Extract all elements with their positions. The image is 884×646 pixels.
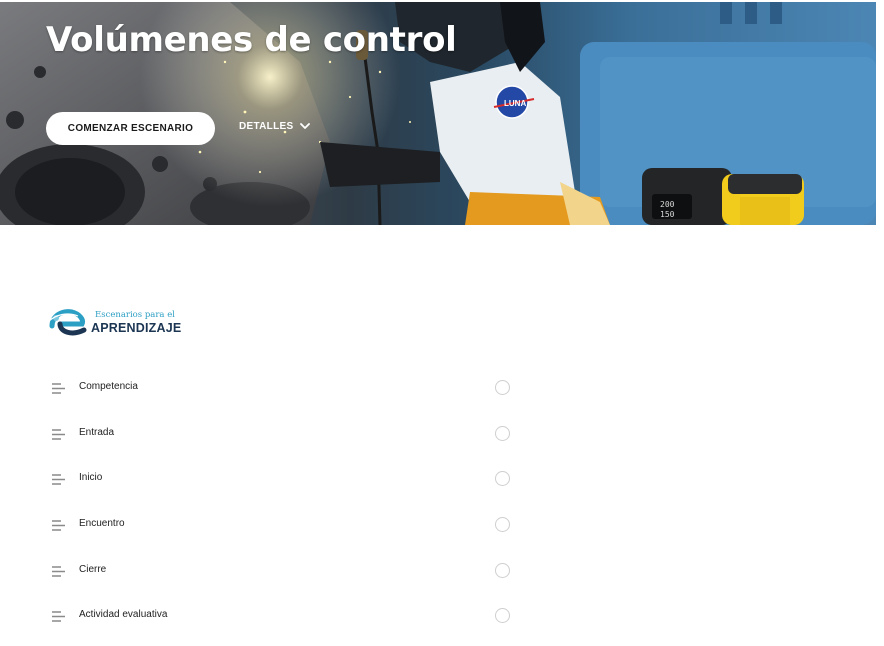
lines-icon bbox=[52, 609, 66, 623]
completion-circle-icon bbox=[495, 563, 510, 578]
details-toggle[interactable]: DETALLES bbox=[239, 121, 311, 132]
chevron-down-icon bbox=[300, 123, 311, 130]
section-label: Entrada bbox=[79, 427, 115, 438]
section-label: Competencia bbox=[79, 381, 138, 392]
lines-icon bbox=[52, 472, 66, 490]
completion-circle-icon bbox=[495, 608, 510, 623]
machine-display-top: 200 bbox=[660, 200, 675, 209]
lines-icon bbox=[52, 564, 66, 582]
completion-circle-icon bbox=[495, 426, 510, 441]
lines-icon bbox=[52, 427, 66, 445]
scenario-title: Volúmenes de control bbox=[46, 20, 457, 60]
list-item-actividad-evaluativa[interactable]: Actividad evaluativa bbox=[0, 593, 884, 623]
section-label: Cierre bbox=[79, 564, 107, 575]
section-label: Encuentro bbox=[79, 518, 125, 529]
completion-circle-icon bbox=[495, 517, 510, 532]
machine-display-bottom: 150 bbox=[660, 210, 675, 219]
section-label: Inicio bbox=[79, 472, 103, 483]
learning-scenarios-logo: Escenarios para el APRENDIZAJE bbox=[48, 308, 188, 340]
lines-icon bbox=[52, 381, 66, 399]
details-label: DETALLES bbox=[239, 121, 294, 132]
page: LUNA 200 150 Volúmenes de control COMENZ… bbox=[0, 0, 884, 646]
section-label: Actividad evaluativa bbox=[79, 609, 168, 620]
list-item-inicio[interactable]: Inicio bbox=[0, 456, 884, 502]
completion-circle-icon bbox=[495, 471, 510, 486]
patch-text: LUNA bbox=[504, 99, 526, 108]
logo-e-icon bbox=[48, 309, 87, 336]
logo-line-2: APRENDIZAJE bbox=[91, 321, 182, 335]
hero-banner: LUNA 200 150 Volúmenes de control COMENZ… bbox=[0, 2, 876, 225]
list-item-cierre[interactable]: Cierre bbox=[0, 548, 884, 594]
completion-circle-icon bbox=[495, 380, 510, 395]
lines-icon bbox=[52, 518, 66, 536]
list-item-encuentro[interactable]: Encuentro bbox=[0, 502, 884, 548]
logo-line-1: Escenarios para el bbox=[95, 310, 175, 320]
list-item-entrada[interactable]: Entrada bbox=[0, 411, 884, 457]
start-scenario-button[interactable]: COMENZAR ESCENARIO bbox=[46, 112, 215, 145]
list-item-competencia[interactable]: Competencia bbox=[0, 365, 884, 411]
scenario-sections-list: Competencia Entrada Inicio Encuentro Cie… bbox=[0, 365, 884, 623]
